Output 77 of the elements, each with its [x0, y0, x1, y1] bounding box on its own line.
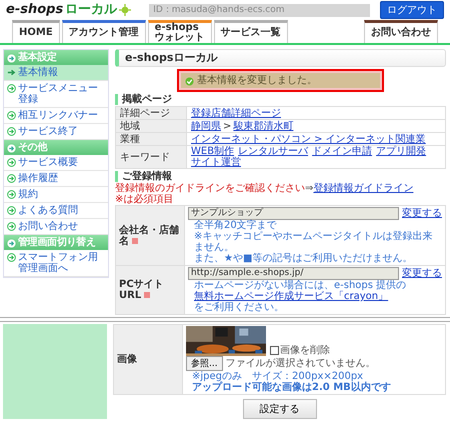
- table-cell: 詳細ページ: [116, 106, 186, 120]
- sidebar-item[interactable]: お問い合わせ: [4, 219, 108, 235]
- arrow-circle-icon: [7, 174, 16, 183]
- sidebar-item[interactable]: よくある質問: [4, 203, 108, 219]
- account-id: ID：masuda@hands-ecs.com: [149, 4, 370, 16]
- sidebar-group-title: 基本設定: [18, 52, 57, 63]
- sidebar-item[interactable]: 相互リンクバナー: [4, 108, 108, 124]
- note-text: また、★や■等の記号はご利用いただけません。: [193, 253, 414, 264]
- sidebar-group-title: その他: [18, 142, 48, 153]
- arrow-circle-icon: [7, 127, 16, 136]
- link[interactable]: サイト運営: [191, 157, 241, 168]
- submit-button[interactable]: 設定する: [242, 399, 316, 420]
- sun-icon: [119, 4, 132, 16]
- input-field[interactable]: サンプルショップ: [188, 207, 399, 220]
- nav-tab[interactable]: e-shops ウォレット: [148, 20, 212, 43]
- size-limit-text: アップロード可能な画像は2.0 MB以内です: [191, 382, 392, 394]
- link[interactable]: インターネット・パソコン > インターネット関連業: [191, 134, 426, 145]
- arrow-circle-icon: [7, 111, 16, 120]
- table-cell: 業種: [116, 132, 186, 146]
- table-cell: キーワード: [116, 146, 186, 169]
- sidebar-item[interactable]: サービスメニュー登録: [4, 81, 108, 108]
- guideline-link[interactable]: 登録情報ガイドライン: [313, 183, 414, 194]
- nav-tab[interactable]: サービス一覧: [214, 20, 288, 43]
- link[interactable]: WEB制作: [191, 146, 234, 158]
- sidebar-item[interactable]: 基本情報: [4, 65, 108, 81]
- section-heading: ご登録情報: [115, 171, 446, 182]
- input-field[interactable]: http://sample.e-shops.jp/: [188, 267, 399, 280]
- sidebar-item[interactable]: 規約: [4, 187, 108, 203]
- arrow-circle-icon: [7, 144, 16, 152]
- change-link[interactable]: 変更する: [402, 268, 442, 280]
- logo-text: e-shops ローカル: [6, 2, 118, 18]
- sidebar-item[interactable]: サービス終了: [4, 124, 108, 140]
- field-label: 画像: [117, 354, 137, 366]
- link[interactable]: 駿東郡清水町: [233, 120, 294, 132]
- browse-button[interactable]: 参照...: [186, 356, 223, 372]
- sidebar-item[interactable]: 操作履歴: [4, 171, 108, 187]
- file-status: ファイルが選択されていません。: [226, 358, 376, 370]
- checkbox-label: 画像を削除: [280, 345, 330, 356]
- nav-tab[interactable]: HOME: [12, 20, 60, 43]
- link[interactable]: 静岡県: [191, 120, 221, 132]
- change-link[interactable]: 変更する: [402, 208, 442, 220]
- note-text: 全半角20文字まで: [193, 220, 278, 232]
- arrow-circle-icon: [7, 54, 16, 62]
- field-label: 会社名・店舗名: [119, 224, 179, 247]
- required-note: ※は必須項目: [115, 194, 174, 206]
- note-text: ※キャッチコピーやホームページタイトルは登録出来ません。: [193, 231, 434, 254]
- arrow-text: ⇒: [305, 183, 314, 194]
- separator-text: >: [223, 120, 232, 132]
- table-cell: 地域: [116, 120, 186, 133]
- crayon-link[interactable]: 無料ホームページ作成サービス「crayon」: [194, 291, 388, 302]
- guideline-text: 登録情報のガイドラインをご確認ください: [115, 183, 305, 194]
- logout-button[interactable]: ログアウト: [380, 1, 444, 19]
- page-title: e-shopsローカル: [115, 49, 446, 68]
- message-text: 基本情報を変更しました。: [197, 75, 318, 86]
- check-icon: [185, 76, 194, 86]
- sidebar-group-title: 管理画面切り替え: [18, 237, 96, 248]
- nav-tab[interactable]: アカウント管理: [62, 20, 146, 43]
- note-text: ※jpegのみ サイズ：200px×200px: [191, 371, 364, 382]
- note-text: をご利用ください。: [194, 302, 284, 314]
- arrow-circle-icon: [7, 222, 16, 231]
- link[interactable]: レンタルサーバ: [238, 146, 308, 158]
- arrow-circle-icon: [7, 190, 16, 199]
- note-text: ホームページがない場合には、e-shops 提供の: [193, 280, 408, 292]
- arrow-circle-icon: [7, 158, 16, 167]
- arrow-circle-icon: [7, 238, 16, 248]
- checkbox[interactable]: [270, 346, 279, 356]
- arrow-icon: [7, 68, 16, 77]
- arrow-circle-icon: [7, 253, 16, 262]
- sidebar-item[interactable]: スマートフォン用管理画面へ: [4, 250, 108, 277]
- link[interactable]: ドメイン申請: [312, 146, 372, 158]
- sidebar-item[interactable]: サービス概要: [4, 155, 108, 171]
- field-label: PCサイトURL: [119, 279, 164, 302]
- link[interactable]: アプリ開発: [376, 146, 426, 158]
- link[interactable]: 登録店舗詳細ページ: [191, 108, 281, 119]
- arrow-circle-icon: [7, 84, 16, 93]
- arrow-circle-icon: [7, 206, 16, 215]
- nav-tab[interactable]: お問い合わせ: [364, 20, 438, 43]
